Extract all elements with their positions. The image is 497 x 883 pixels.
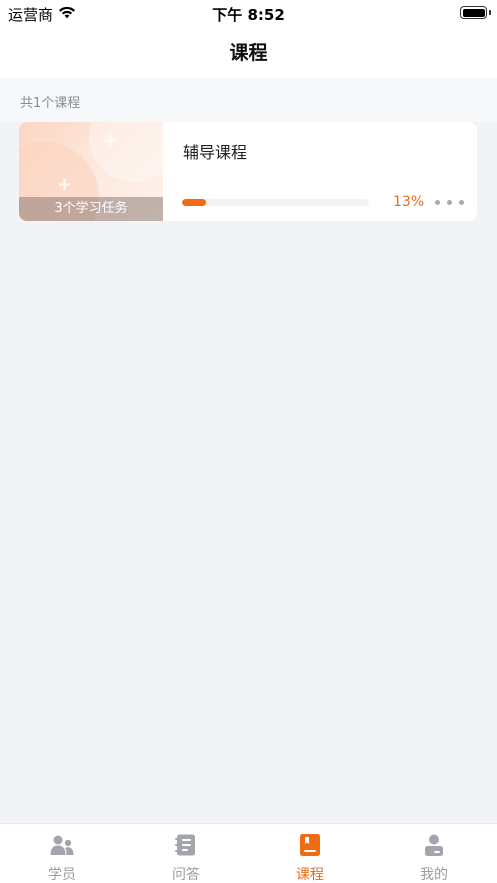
tab-label: 问答	[172, 867, 200, 883]
tab-bar: 学员 问答 课程 我的	[0, 823, 497, 883]
status-bar: 运营商 下午 8:52	[0, 0, 497, 26]
battery-icon	[460, 6, 487, 19]
tab-label: 我的	[420, 867, 448, 883]
progress-percent: 13%	[393, 194, 425, 210]
nav-bar: 课程	[0, 26, 497, 78]
course-count-text: 共1个课程	[20, 96, 81, 111]
qa-icon	[175, 834, 195, 856]
tab-course[interactable]: 课程	[248, 824, 372, 883]
more-dot-icon	[447, 200, 452, 205]
page-title: 课程	[229, 42, 268, 64]
course-card[interactable]: + + 3个学习任务 辅导课程 13%	[19, 122, 477, 221]
battery-tip	[489, 10, 491, 15]
course-cover-image: + + 3个学习任务	[19, 122, 163, 221]
students-icon	[50, 835, 74, 855]
more-dot-icon	[435, 200, 440, 205]
sparkle-icon: +	[57, 174, 73, 195]
course-count-header: 共1个课程	[0, 78, 497, 122]
tab-label: 课程	[296, 867, 324, 883]
profile-icon	[425, 834, 443, 856]
app-screen: 运营商 下午 8:52 课程 共1个课程 + + 3个学习任务 辅导课程 13%…	[0, 0, 497, 883]
tab-students[interactable]: 学员	[0, 824, 124, 883]
cover-decoration	[89, 122, 163, 182]
task-count-label: 3个学习任务	[19, 197, 163, 221]
status-time: 下午 8:52	[212, 6, 285, 24]
course-title: 辅导课程	[183, 143, 248, 162]
sparkle-icon: +	[103, 130, 119, 151]
progress-bar	[182, 199, 369, 206]
progress-bar-fill	[182, 199, 207, 206]
tab-label: 学员	[48, 867, 76, 883]
tab-profile[interactable]: 我的	[372, 824, 496, 883]
tab-qa[interactable]: 问答	[124, 824, 248, 883]
course-icon	[300, 834, 320, 856]
more-dot-icon	[459, 200, 464, 205]
more-options-button[interactable]	[429, 192, 469, 212]
